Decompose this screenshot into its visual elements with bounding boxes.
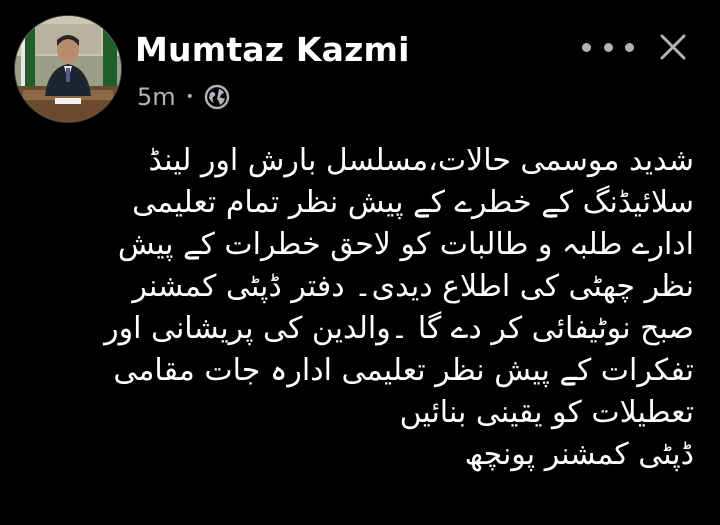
- post-body-line: شدید موسمی حالات،مسلسل بارش اور لینڈ: [148, 143, 694, 178]
- close-icon[interactable]: [656, 30, 690, 64]
- post-body-line: تعطیلات کو یقینی بنائیں: [399, 395, 694, 430]
- author-name[interactable]: Mumtaz Kazmi: [135, 30, 410, 69]
- post-body-line: نظر چھٹی کی اطلاع دیدی۔ دفتر ڈپٹی کمشنر: [132, 269, 694, 304]
- globe-icon[interactable]: [204, 84, 230, 110]
- post-meta: 5m •: [137, 83, 230, 111]
- post-body-line: تفکرات کے پیش نظر تعلیمی ادارہ جات مقامی: [113, 353, 694, 388]
- post-body-line: ادارے طلبہ و طالبات کو لاحق خطرات کے پیش: [117, 227, 694, 262]
- post-actions: [582, 30, 690, 64]
- post-body: شدید موسمی حالات،مسلسل بارش اور لینڈ سلا…: [40, 140, 694, 476]
- post-body-line: صبح نوٹیفائی کر دے گا ۔والدین کی پریشانی…: [104, 311, 694, 346]
- post-card: Mumtaz Kazmi 5m • شدید موسمی حالات،مسلسل…: [0, 0, 720, 525]
- post-body-line: ڈپٹی کمشنر پونچھ: [464, 437, 694, 472]
- more-horizontal-icon[interactable]: [582, 32, 634, 62]
- post-body-line: سلائیڈنگ کے خطرے کے پیش نظر تمام تعلیمی: [132, 185, 694, 220]
- meta-separator: •: [185, 89, 194, 105]
- post-timestamp[interactable]: 5m: [137, 83, 176, 111]
- avatar[interactable]: [14, 15, 122, 123]
